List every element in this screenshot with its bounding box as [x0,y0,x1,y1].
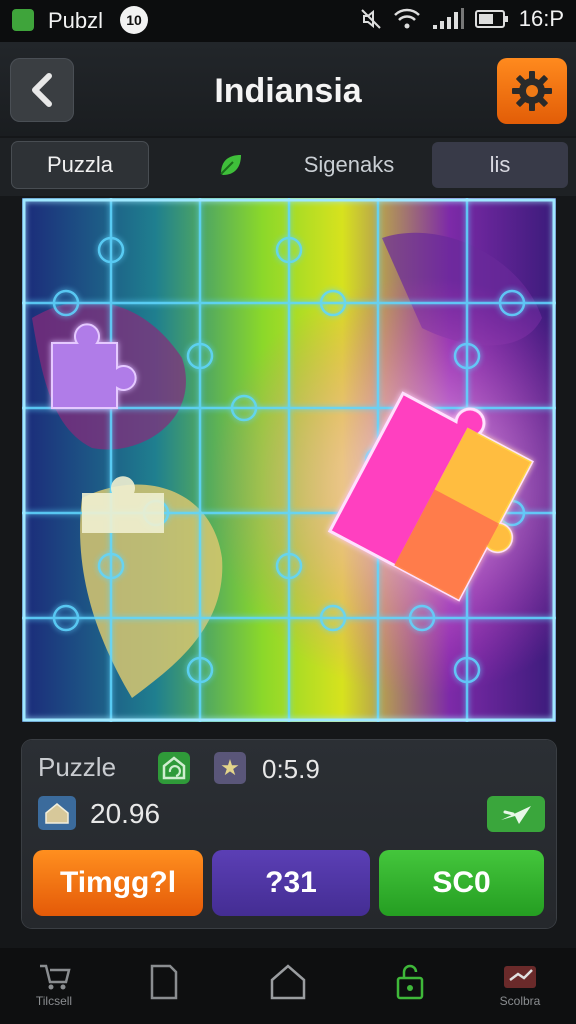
chart-icon [504,966,536,988]
refresh-icon [162,756,186,780]
tab-puzzla[interactable]: Puzzla [12,142,148,188]
nav-item-home[interactable] [258,962,318,1010]
page-icon [150,964,178,1000]
tab-sigenaks[interactable]: Sigenaks [286,142,412,188]
app-icon [12,9,34,31]
mute-icon [361,9,381,29]
battery-icon [474,10,508,28]
home-badge[interactable] [38,796,76,830]
status-right: 16:P [359,6,564,32]
wifi-icon [393,8,420,29]
house-icon [45,803,69,824]
page-title: Indiansia [214,72,362,110]
tab-leaf[interactable] [205,142,255,188]
notification-badge: 10 [120,6,148,34]
nav-item-lock[interactable] [380,962,440,1010]
send-button[interactable] [487,796,545,832]
nav-item-shop[interactable]: Tilcsell [24,962,84,1010]
puzzle-label: Puzzle [38,752,117,782]
status-bar: Pubzl 10 16:P [0,0,576,42]
puzzle-board-canvas[interactable] [22,198,556,722]
star-icon[interactable]: ★ [214,752,246,784]
tab-bar: Puzzla Sigenaks lis [0,138,576,196]
green-action-button[interactable]: SC0 [379,850,544,916]
nav-label-stats: Scolbra [499,994,541,1008]
cart-icon [40,964,71,990]
settings-button[interactable] [497,58,567,124]
timer-value: 0:5.9 [262,754,320,784]
status-app-name: Pubzl [48,8,104,33]
signal-icon [432,8,464,29]
paper-plane-icon [501,806,531,824]
nav-item-stats[interactable]: Scolbra [490,962,550,1010]
lock-icon [396,964,424,1000]
gear-icon [512,71,552,111]
score-value: 20.96 [90,798,161,829]
nav-item-page[interactable] [134,962,194,1010]
tab-lis[interactable]: lis [432,142,568,188]
orange-action-button[interactable]: Timgg?l [33,850,203,916]
status-time: 16:P [518,6,564,31]
home-icon [270,964,306,1000]
hint-button[interactable] [158,752,190,784]
leaf-icon [220,155,241,175]
puzzle-board[interactable] [22,198,556,722]
nav-label-shop: Tilcsell [35,994,73,1008]
purple-action-button[interactable]: ?31 [212,850,370,916]
